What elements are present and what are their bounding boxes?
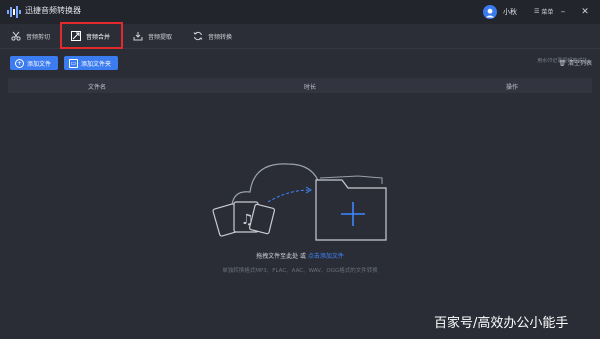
supported-formats-text: 单独转换格式MP3、FLAC、AAC、WAV、OGG格式的文件转换: [222, 268, 378, 274]
tab-label: 音频剪切: [26, 33, 51, 41]
drag-arrow-icon: [267, 189, 311, 203]
music-files-icon: ♫: [212, 201, 276, 237]
tab-audio-convert[interactable]: 音频转换: [193, 24, 232, 48]
folder-drop-icon: [315, 175, 387, 241]
table-header: 文件名 时长 操作: [8, 78, 592, 93]
folder-icon: ▭: [69, 58, 78, 68]
avatar[interactable]: [483, 5, 497, 19]
add-folder-button[interactable]: ▭ 添加文件夹: [64, 56, 118, 70]
app-logo-icon: [7, 6, 21, 18]
scissors-icon: [11, 31, 21, 41]
menu-icon: ☰: [534, 8, 540, 15]
user-icon: [485, 8, 495, 18]
drop-hint: 拖拽文件至此处 或: [256, 253, 308, 260]
close-button[interactable]: ✕: [578, 5, 592, 19]
add-file-link[interactable]: 点击添加文件: [308, 253, 344, 260]
user-name[interactable]: 小秋: [503, 7, 517, 17]
tab-audio-cut[interactable]: 音频剪切: [11, 24, 50, 48]
svg-text:♫: ♫: [241, 212, 254, 228]
add-file-button[interactable]: + 添加文件: [10, 56, 58, 70]
column-duration: 时长: [304, 84, 317, 91]
clear-list-button[interactable]: 🗑 清空列表: [558, 58, 592, 67]
highlight-box: [60, 22, 123, 49]
tab-label: 音频提取: [148, 33, 173, 41]
tab-label: 音频转换: [208, 33, 233, 41]
convert-icon: [193, 31, 203, 41]
plus-icon: +: [15, 58, 24, 68]
clear-list-label: 清空列表: [567, 60, 592, 67]
trash-icon: 🗑: [558, 60, 567, 67]
dropzone-text: 拖拽文件至此处 或 点击添加文件: [0, 251, 600, 260]
extract-icon: [133, 32, 143, 41]
dropzone-illustration[interactable]: ♫: [208, 150, 398, 250]
menu-label: 菜单: [541, 9, 554, 16]
menu-button[interactable]: ☰ 菜单: [534, 7, 553, 16]
app-title: 迅捷音频转换器: [25, 6, 81, 15]
column-filename: 文件名: [88, 84, 107, 91]
add-file-label: 添加文件: [27, 60, 52, 68]
minimize-button[interactable]: –: [556, 5, 570, 19]
add-folder-label: 添加文件夹: [81, 60, 112, 68]
tab-audio-extract[interactable]: 音频提取: [133, 24, 172, 48]
column-actions: 操作: [506, 84, 519, 91]
title-bar: 迅捷音频转换器 小秋 ☰ 菜单 – ✕: [0, 0, 600, 24]
watermark: 百家号/高效办公小能手: [434, 316, 569, 331]
